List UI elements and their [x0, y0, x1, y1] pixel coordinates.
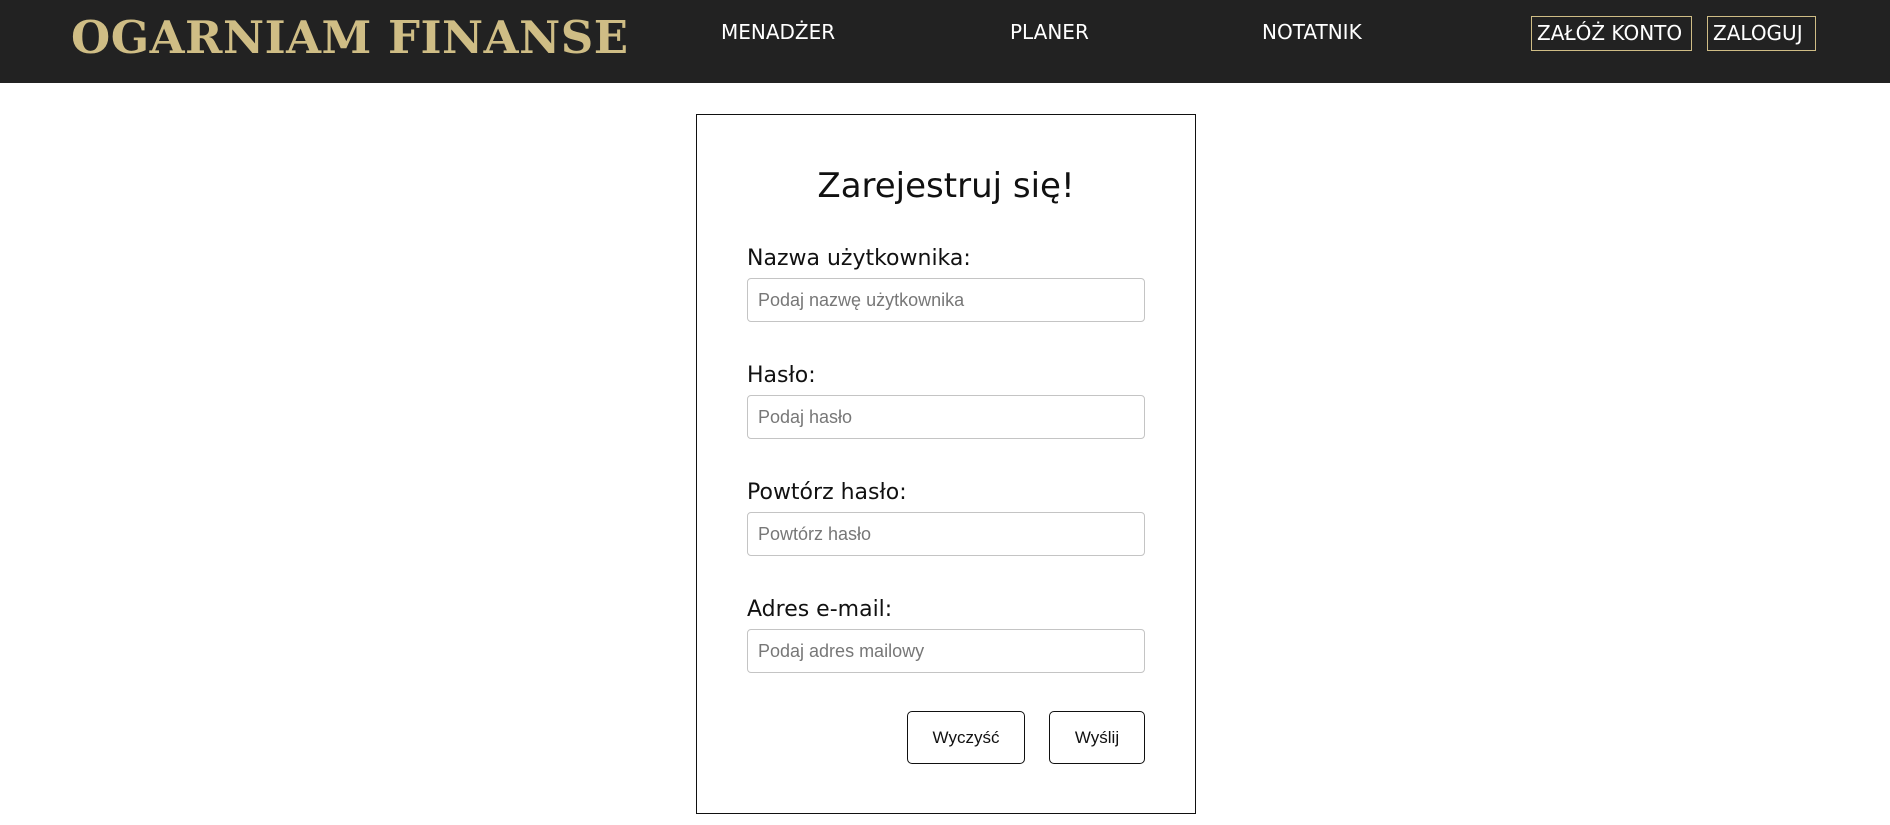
clear-button[interactable]: Wyczyść — [907, 711, 1025, 764]
registration-form-card: Zarejestruj się! Nazwa użytkownika: Hasł… — [696, 114, 1196, 814]
email-label: Adres e-mail: — [747, 597, 893, 622]
send-button[interactable]: Wyślij — [1049, 711, 1145, 764]
repeat-password-label: Powtórz hasło: — [747, 480, 907, 505]
nav-link-menedzer[interactable]: MENADŻER — [721, 18, 835, 46]
nav-link-notatnik[interactable]: NOTATNIK — [1262, 18, 1362, 46]
login-button[interactable]: ZALOGUJ — [1707, 16, 1816, 51]
nav-link-planer[interactable]: PLANER — [1010, 18, 1089, 46]
email-input[interactable] — [747, 629, 1145, 673]
form-title: Zarejestruj się! — [817, 166, 1075, 206]
username-label: Nazwa użytkownika: — [747, 246, 971, 271]
password-label: Hasło: — [747, 363, 816, 388]
username-input[interactable] — [747, 278, 1145, 322]
register-button[interactable]: ZAŁÓŻ KONTO — [1531, 16, 1692, 51]
top-navbar: OGARNIAM FINANSE MENADŻER PLANER NOTATNI… — [0, 0, 1890, 83]
password-input[interactable] — [747, 395, 1145, 439]
repeat-password-input[interactable] — [747, 512, 1145, 556]
site-logo[interactable]: OGARNIAM FINANSE — [71, 10, 629, 66]
